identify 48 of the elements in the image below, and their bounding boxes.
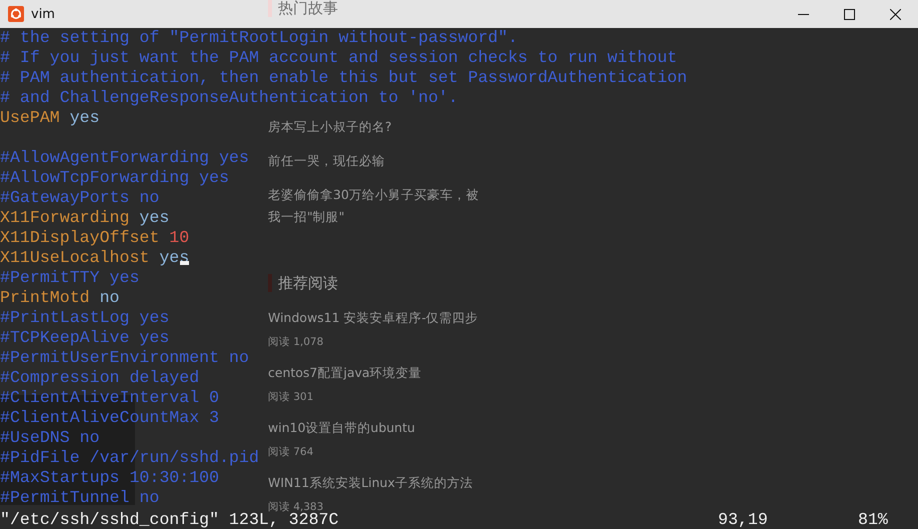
maximize-icon[interactable] [844,8,854,20]
window-title: vim [31,6,55,22]
code-comment: #PermitTunnel no [0,488,160,507]
config-key: UsePAM [0,108,60,127]
code-comment: #GatewayPorts no [0,188,160,207]
code-comment: #PermitTTY yes [0,268,140,287]
config-value: yes [139,208,170,227]
read-count: 阅读 4,383 [268,500,324,513]
code-comment: #PermitUserEnvironment no [0,348,249,367]
code-comment: #Compression delayed [0,368,200,387]
article-link[interactable]: WIN11系统安装Linux子系统的方法 [268,472,598,494]
story-link[interactable]: 前任一哭，现任必输 [268,150,598,172]
config-key: X11Forwarding [0,208,130,227]
story-link[interactable]: 我一招"制服" [268,206,598,228]
code-comment: #TCPKeepAlive yes [0,328,170,347]
file-info: "/etc/ssh/sshd_config" 123L, 3287C [0,510,339,529]
code-comment: # and ChallengeResponseAuthentication to 'no'. [0,88,458,107]
code-comment: #ClientAliveInterval 0 [0,388,220,407]
code-comment: #PrintLastLog yes [0,308,170,327]
read-count: 阅读 1,078 [268,335,324,350]
code-comment: #UseDNS no [0,428,100,447]
code-comment: #ClientAliveCountMax 3 [0,408,220,427]
code-comment: #AllowAgentForwarding yes [0,148,249,167]
article-link[interactable]: Windows11 安装安卓程序-仅需四步 [268,307,598,329]
code-comment: #AllowTcpForwarding yes [0,168,230,187]
cursor-position: 93,19 [718,510,768,529]
article-link[interactable]: centos7配置java环境变量 [268,362,598,384]
story-link[interactable]: 老婆偷偷拿30万给小舅子买豪车，被 [268,184,598,206]
config-key: PrintMotd [0,288,90,307]
code-comment: # the setting of "PermitRootLogin without-password". [0,28,518,47]
code-comment: # PAM authentication, then enable this but set PasswordAuthentication [0,68,688,87]
close-icon[interactable] [890,8,900,20]
article-link[interactable]: win10设置自带的ubuntu [268,417,598,439]
scroll-percent: 81% [858,510,888,529]
config-value: 10 [169,228,190,247]
story-link[interactable]: 房本写上小叔子的名? [268,116,598,138]
config-value: yes [70,108,100,127]
section-heading: 热门故事 [278,0,338,18]
read-count: 阅读 764 [268,445,314,460]
code-comment: #MaxStartups 10:30:100 [0,468,220,487]
config-value: no [100,288,120,307]
read-count: 阅读 301 [268,390,314,405]
section-heading: 推荐阅读 [278,274,338,292]
app-icon [8,6,24,22]
config-key: X11DisplayOffset [0,228,160,247]
config-key: X11UseLocalhost [0,248,150,267]
code-comment: #PidFile /var/run/sshd.pid [0,448,259,467]
code-comment: # If you just want the PAM account and session checks to run without [0,48,678,67]
